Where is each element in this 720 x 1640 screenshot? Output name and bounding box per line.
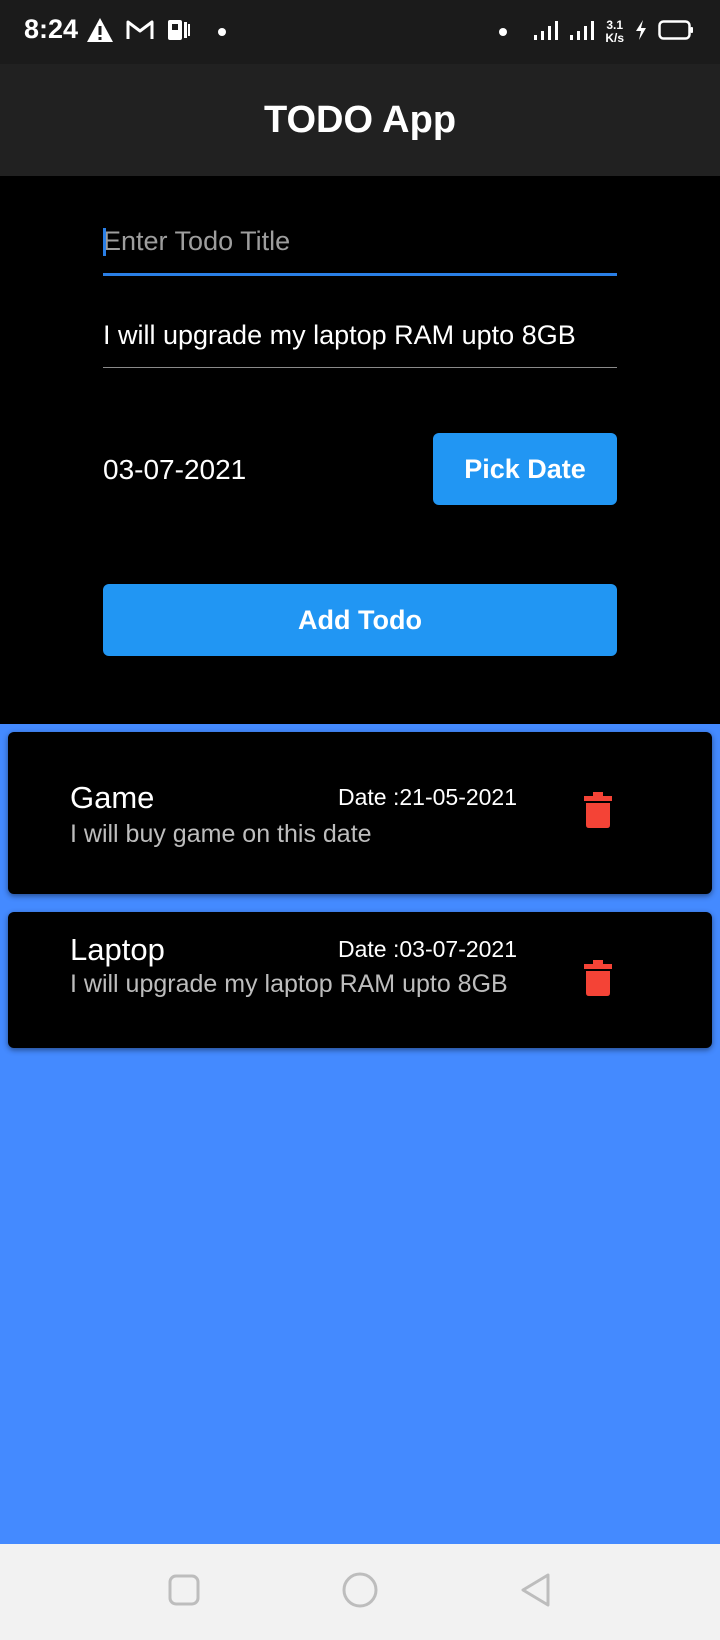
dot-icon <box>499 28 508 36</box>
network-speed: 3.1 K/s <box>605 19 624 45</box>
text-cursor <box>103 228 106 256</box>
todo-title-input[interactable]: Enter Todo Title <box>103 226 617 276</box>
status-left-icons <box>86 16 226 48</box>
dot-icon <box>218 28 226 36</box>
app-bar: TODO App <box>0 64 720 176</box>
app-title: TODO App <box>263 98 457 141</box>
todo-card[interactable]: Laptop Date :03-07-2021 I will upgrade m… <box>8 912 712 1048</box>
todo-description-input[interactable]: I will upgrade my laptop RAM upto 8GB <box>103 316 617 368</box>
todo-card-title: Laptop <box>70 932 165 967</box>
delete-todo-button[interactable] <box>576 790 620 834</box>
todo-description-value: I will upgrade my laptop RAM upto 8GB <box>103 320 576 350</box>
network-speed-unit: K/s <box>605 31 624 45</box>
status-time: 8:24 <box>24 14 79 44</box>
recents-icon <box>167 1573 201 1612</box>
todo-card-description: I will upgrade my laptop RAM upto 8GB <box>70 970 508 998</box>
todo-card-description: I will buy game on this date <box>70 820 372 848</box>
selected-date: 03-07-2021 <box>103 454 247 485</box>
add-todo-button[interactable]: Add Todo <box>103 584 617 656</box>
warning-icon <box>86 17 114 48</box>
battery-icon <box>658 19 694 46</box>
charging-icon <box>634 19 648 46</box>
todo-card-date: Date :21-05-2021 <box>338 784 518 810</box>
app-icon <box>166 17 192 48</box>
todo-card[interactable]: Game Date :21-05-2021 I will buy game on… <box>8 732 712 894</box>
pick-date-button[interactable]: Pick Date <box>433 433 617 505</box>
trash-icon <box>583 791 613 834</box>
signal-icon <box>569 19 595 46</box>
status-bar: 8:24 3.1 K/s <box>0 0 720 64</box>
trash-icon <box>583 959 613 1002</box>
back-icon <box>519 1572 553 1613</box>
home-button[interactable] <box>336 1568 384 1616</box>
status-right-icons: 3.1 K/s <box>499 14 694 50</box>
recents-button[interactable] <box>160 1568 208 1616</box>
back-button[interactable] <box>512 1568 560 1616</box>
system-navigation-bar <box>0 1544 720 1640</box>
signal-icon <box>533 19 559 46</box>
gmail-icon <box>126 19 154 46</box>
todo-card-date: Date :03-07-2021 <box>338 936 518 962</box>
todo-form: Enter Todo Title I will upgrade my lapto… <box>0 176 720 724</box>
todo-title-placeholder: Enter Todo Title <box>103 226 291 256</box>
todo-list: Game Date :21-05-2021 I will buy game on… <box>0 724 720 1544</box>
delete-todo-button[interactable] <box>576 958 620 1002</box>
home-icon <box>341 1571 379 1614</box>
todo-card-title: Game <box>70 780 155 815</box>
